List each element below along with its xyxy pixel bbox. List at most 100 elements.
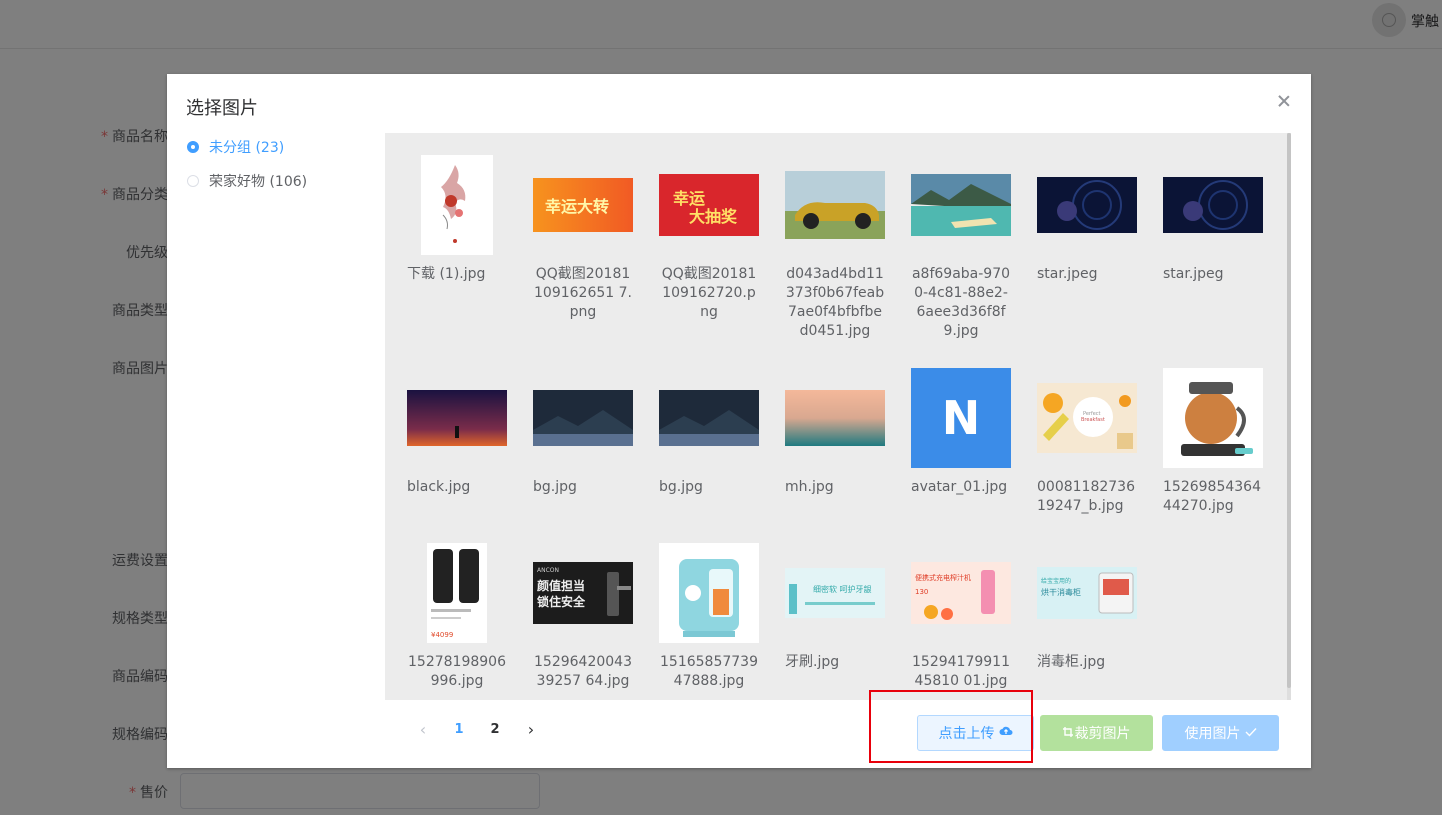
svg-text:锁住安全: 锁住安全	[537, 594, 586, 609]
upload-button-label: 点击上传	[938, 726, 995, 742]
radio-unchecked-icon[interactable]	[187, 175, 199, 187]
image-filename: d043ad4bd11373f0b67feab7ae0f4bfbfbed0451…	[785, 266, 885, 339]
image-thumbnail	[533, 390, 633, 446]
image-filename: 15278198906996.jpg	[408, 654, 506, 689]
svg-text:细密软 呵护牙龈: 细密软 呵护牙龈	[813, 584, 872, 594]
svg-text:幸运: 幸运	[673, 189, 705, 208]
image-thumbnail	[407, 390, 507, 446]
check-icon	[1245, 726, 1257, 741]
page-button-2[interactable]: 2	[477, 719, 513, 741]
svg-text:给宝宝用的: 给宝宝用的	[1041, 577, 1071, 585]
image-thumbnail	[1037, 177, 1137, 233]
image-item[interactable]: d043ad4bd11373f0b67feab7ae0f4bfbfbed0451…	[785, 155, 895, 341]
image-item[interactable]: mh.jpg	[785, 368, 895, 497]
select-image-dialog: 选择图片 未分组 (23) 荣家好物 (106) 下载 (1).jpg 幸运大转…	[167, 74, 1311, 768]
cloud-upload-icon	[999, 725, 1013, 741]
upload-button[interactable]: 点击上传	[917, 715, 1034, 751]
group-radio-rongjia[interactable]: 荣家好物 (106)	[187, 164, 307, 198]
dialog-title: 选择图片	[186, 98, 258, 119]
image-item[interactable]: black.jpg	[407, 368, 517, 497]
image-item[interactable]: bg.jpg	[533, 368, 643, 497]
svg-text:ANCON: ANCON	[537, 567, 559, 574]
group-label: 荣家好物 (106)	[209, 174, 308, 190]
image-thumbnail	[785, 171, 885, 239]
crop-button-label: 裁剪图片	[1074, 726, 1131, 742]
svg-text:Breakfast: Breakfast	[1081, 417, 1105, 423]
image-filename: QQ截图20181109162651 7.png	[534, 266, 632, 320]
image-item[interactable]: 给宝宝用的 烘干消毒柜 消毒柜.jpg	[1037, 543, 1147, 672]
image-thumbnail: 给宝宝用的 烘干消毒柜	[1037, 567, 1137, 619]
prev-page-button[interactable]: ‹	[405, 719, 441, 741]
image-item[interactable]: star.jpeg	[1037, 155, 1147, 284]
crop-button[interactable]: 裁剪图片	[1040, 715, 1153, 751]
svg-text:N: N	[942, 391, 981, 445]
image-filename: 0008118273619247_b.jpg	[1037, 479, 1135, 514]
image-filename: 牙刷.jpg	[785, 654, 840, 670]
image-thumbnail: 幸运 大抽奖	[659, 174, 759, 236]
image-item[interactable]: 幸运 大抽奖 QQ截图20181109162720.png	[659, 155, 769, 322]
image-filename: 1516585773947888.jpg	[660, 654, 758, 689]
crop-icon	[1062, 726, 1073, 740]
image-filename: star.jpeg	[1037, 266, 1098, 282]
group-list: 未分组 (23) 荣家好物 (106)	[187, 130, 307, 198]
image-item[interactable]: ANCON 颜值担当 锁住安全 1529642004339257 64.jpg	[533, 543, 643, 691]
image-item[interactable]: 1526985436444270.jpg	[1163, 368, 1273, 516]
image-filename: 1529642004339257 64.jpg	[534, 654, 632, 689]
svg-text:130: 130	[915, 588, 928, 596]
svg-text:幸运大转: 幸运大转	[545, 197, 609, 216]
image-thumbnail: ¥4099	[427, 543, 487, 643]
svg-text:¥4099: ¥4099	[431, 631, 453, 639]
image-item[interactable]: ¥4099 15278198906996.jpg	[407, 543, 517, 691]
image-item[interactable]: a8f69aba-9700-4c81-88e2-6aee3d36f8f9.jpg	[911, 155, 1021, 341]
image-filename: black.jpg	[407, 479, 471, 495]
image-thumbnail: 便携式充电榨汁机 130	[911, 562, 1011, 624]
group-radio-ungrouped[interactable]: 未分组 (23)	[187, 130, 307, 164]
image-filename: 1529417991145810 01.jpg	[912, 654, 1010, 689]
image-thumbnail	[1163, 177, 1263, 233]
image-filename: star.jpeg	[1163, 266, 1224, 282]
svg-text:大抽奖: 大抽奖	[689, 207, 738, 226]
image-filename: bg.jpg	[659, 479, 703, 495]
image-thumbnail	[785, 390, 885, 446]
image-filename: 1526985436444270.jpg	[1163, 479, 1261, 514]
use-image-button[interactable]: 使用图片	[1162, 715, 1279, 751]
pagination: ‹ 1 2 ›	[405, 719, 549, 741]
image-thumbnail	[659, 543, 759, 643]
image-gallery: 下载 (1).jpg 幸运大转 QQ截图20181109162651 7.png…	[385, 133, 1291, 700]
scrollbar-thumb[interactable]	[1287, 133, 1291, 688]
image-thumbnail	[421, 155, 493, 255]
image-thumbnail: ANCON 颜值担当 锁住安全	[533, 562, 633, 624]
group-label: 未分组 (23)	[209, 140, 285, 156]
image-thumbnail: Perfect Breakfast	[1037, 383, 1137, 453]
radio-checked-icon[interactable]	[187, 141, 199, 153]
image-item[interactable]: 细密软 呵护牙龈 牙刷.jpg	[785, 543, 895, 672]
image-filename: QQ截图20181109162720.png	[661, 266, 757, 320]
image-thumbnail	[1163, 368, 1263, 468]
image-item[interactable]: Perfect Breakfast 0008118273619247_b.jpg	[1037, 368, 1147, 516]
image-item[interactable]: 1516585773947888.jpg	[659, 543, 769, 691]
image-thumbnail	[659, 390, 759, 446]
page-button-1[interactable]: 1	[441, 719, 477, 741]
svg-text:颜值担当: 颜值担当	[537, 578, 585, 593]
image-filename: 下载 (1).jpg	[407, 266, 486, 282]
image-item[interactable]: 便携式充电榨汁机 130 1529417991145810 01.jpg	[911, 543, 1021, 691]
image-filename: 消毒柜.jpg	[1037, 654, 1106, 670]
image-filename: mh.jpg	[785, 479, 834, 495]
image-filename: bg.jpg	[533, 479, 577, 495]
image-filename: a8f69aba-9700-4c81-88e2-6aee3d36f8f9.jpg	[911, 266, 1011, 339]
image-thumbnail: 细密软 呵护牙龈	[785, 568, 885, 618]
image-item[interactable]: N avatar_01.jpg	[911, 368, 1021, 497]
image-thumbnail: N	[911, 368, 1011, 468]
image-thumbnail: 幸运大转	[533, 178, 633, 232]
gallery-scrollbar[interactable]	[1287, 133, 1291, 700]
next-page-button[interactable]: ›	[513, 719, 549, 741]
image-item[interactable]: bg.jpg	[659, 368, 769, 497]
image-filename: avatar_01.jpg	[911, 479, 1008, 495]
svg-text:烘干消毒柜: 烘干消毒柜	[1041, 587, 1081, 597]
image-item[interactable]: 幸运大转 QQ截图20181109162651 7.png	[533, 155, 643, 322]
image-thumbnail	[911, 174, 1011, 236]
close-icon[interactable]	[1275, 92, 1293, 110]
svg-text:便携式充电榨汁机: 便携式充电榨汁机	[915, 573, 971, 582]
image-item[interactable]: star.jpeg	[1163, 155, 1273, 284]
image-item[interactable]: 下载 (1).jpg	[407, 155, 517, 284]
